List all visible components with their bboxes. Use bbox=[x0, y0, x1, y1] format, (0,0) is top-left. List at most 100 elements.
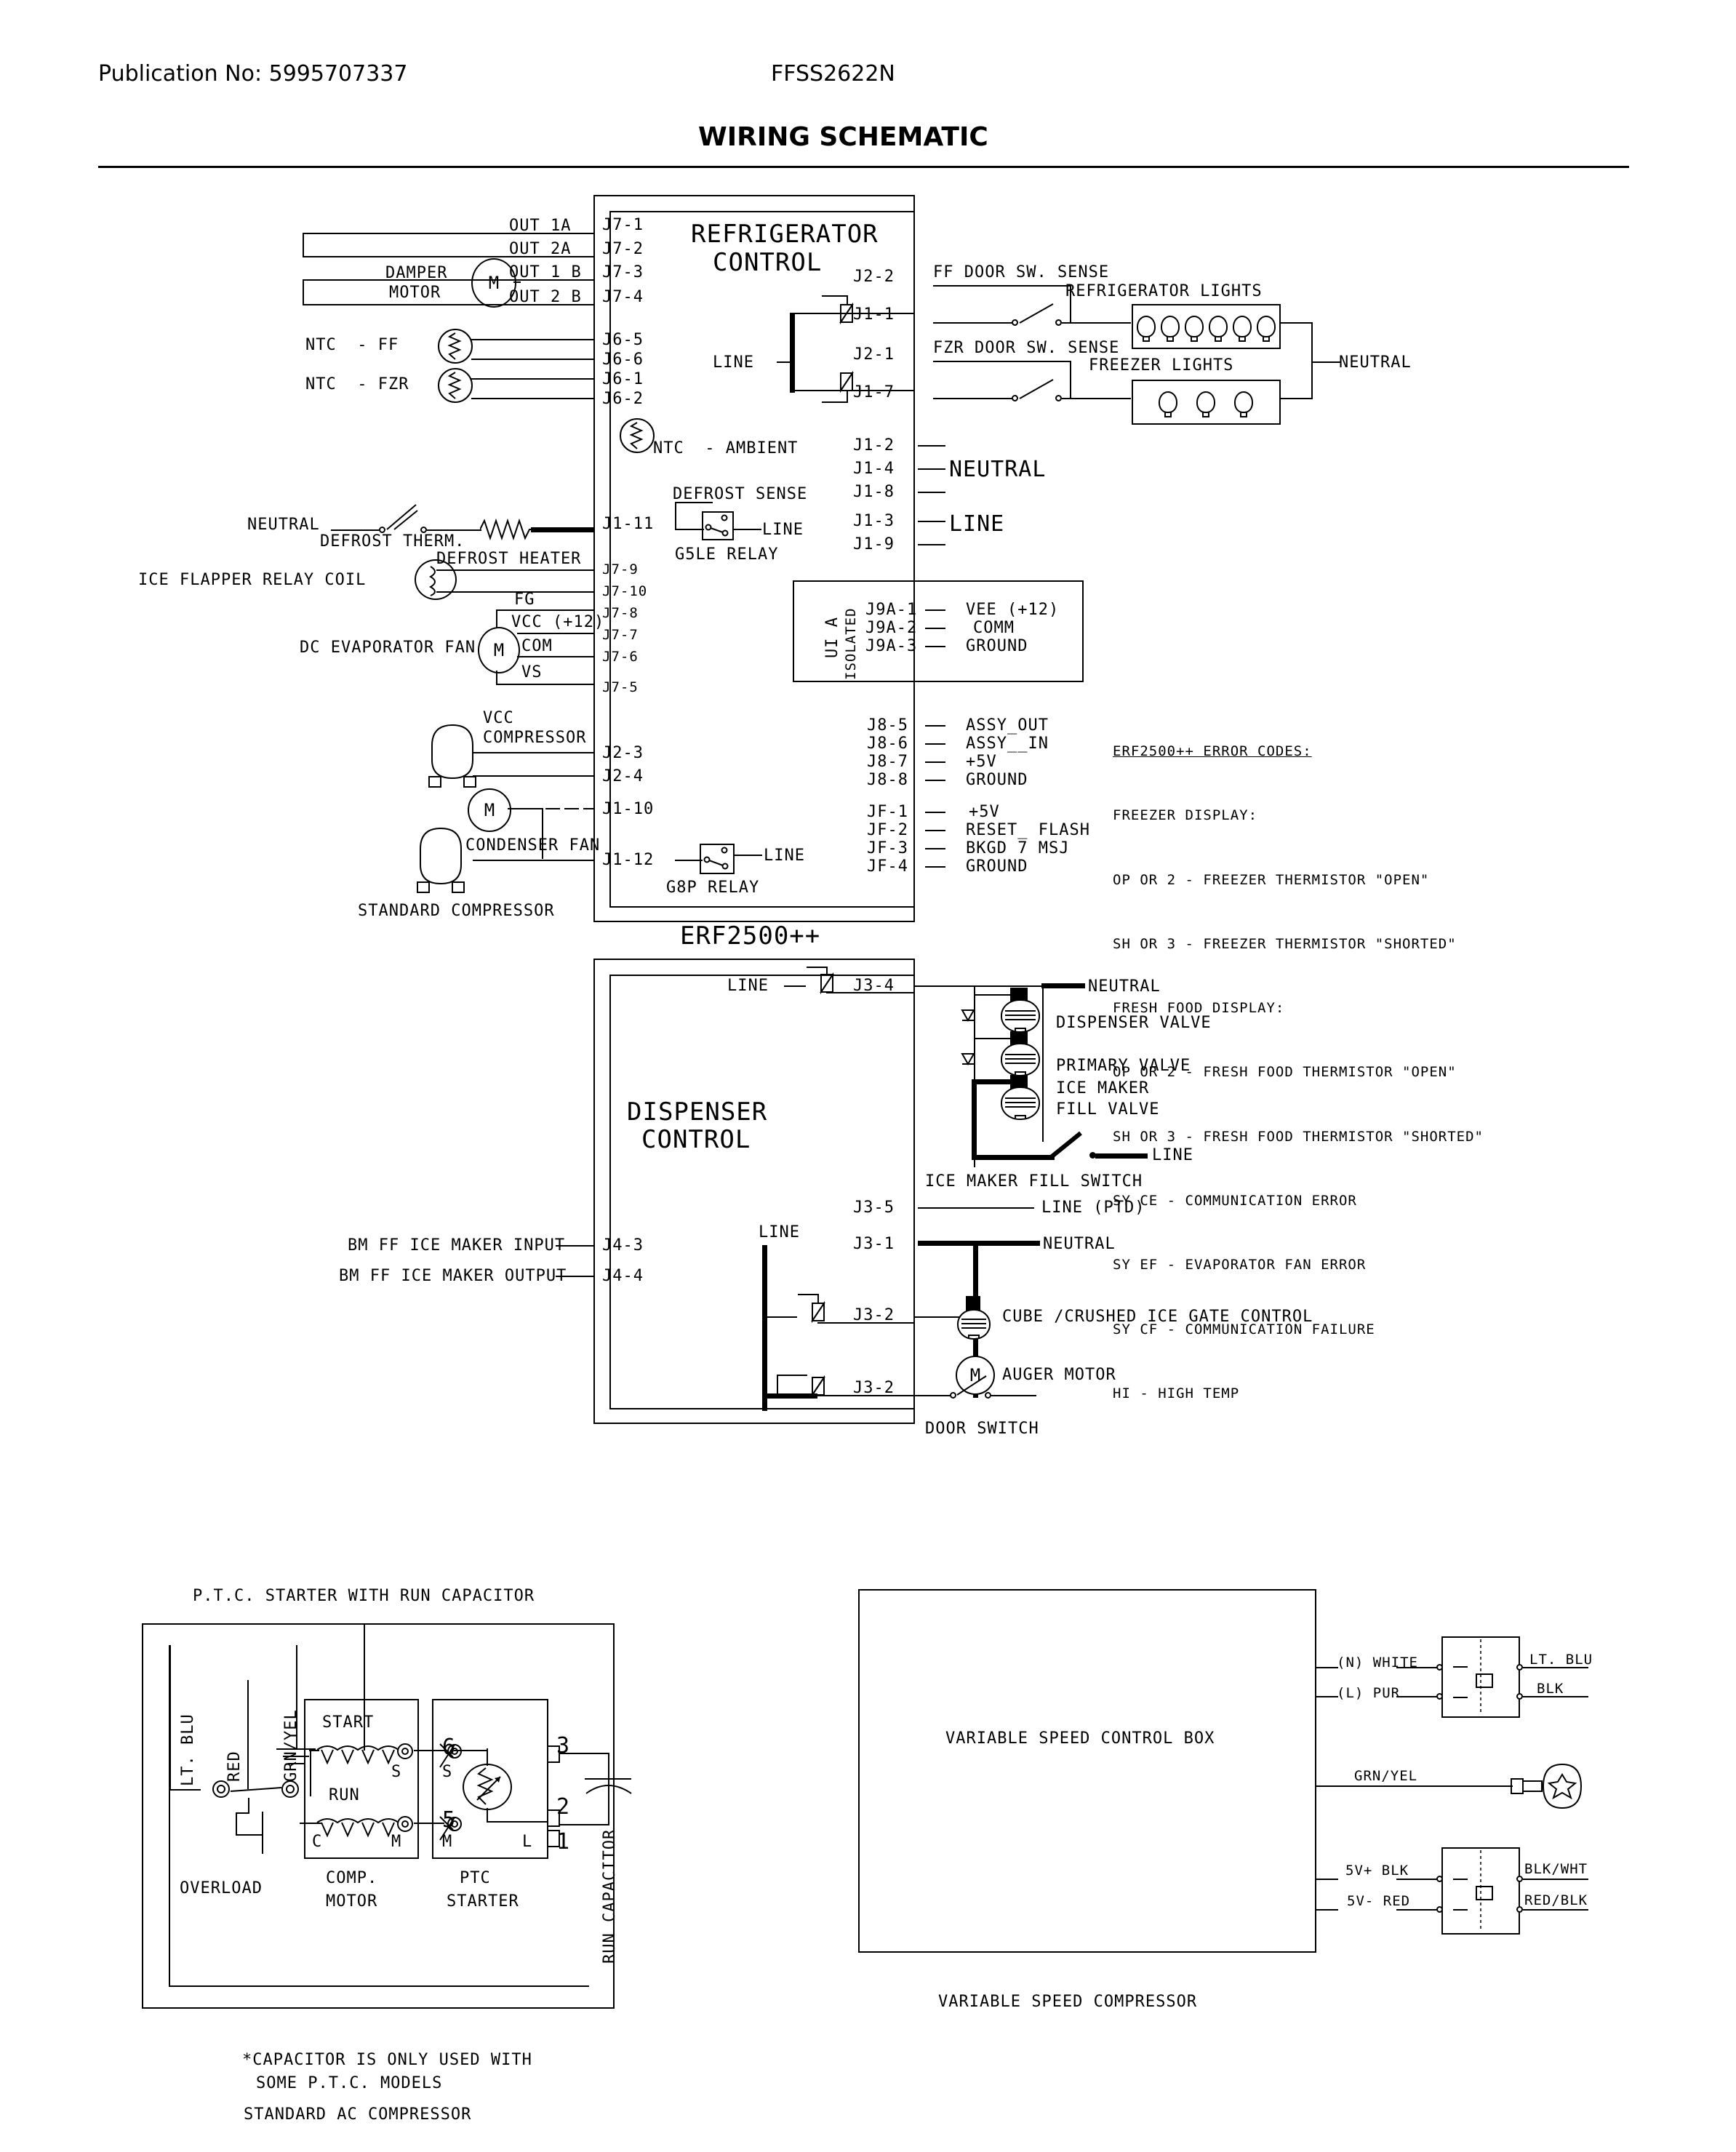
fill-valve-label: FILL VALVE bbox=[1056, 1100, 1160, 1119]
light-bulb-icon bbox=[1256, 316, 1276, 342]
run-capacitor-label: RUN CAPACITOR bbox=[601, 1828, 619, 1964]
pin-j7-6: J7-6 bbox=[602, 649, 639, 665]
triac-gate-icon bbox=[795, 1293, 839, 1341]
error-code-line: SY EF - EVAPORATOR FAN ERROR bbox=[1113, 1257, 1367, 1273]
ice-maker-fill-switch-icon bbox=[1047, 1127, 1091, 1167]
dispenser-control-title-1: DISPENSER bbox=[627, 1097, 768, 1127]
pin-j2-1: J2-1 bbox=[853, 345, 895, 364]
assy-signal-5v: +5V bbox=[966, 753, 997, 771]
damper-out-1b-label: OUT 1 B bbox=[509, 263, 582, 281]
damper-out-2b-label: OUT 2 B bbox=[509, 288, 582, 306]
fzr-switch-pivot bbox=[1012, 395, 1018, 401]
ptc-starter-title: P.T.C. STARTER WITH RUN CAPACITOR bbox=[193, 1587, 535, 1605]
pin-j7-4: J7-4 bbox=[602, 288, 644, 306]
pin-j6-1: J6-1 bbox=[602, 370, 644, 388]
light-bulb-icon bbox=[1232, 316, 1252, 342]
vsc-pin-redblk bbox=[1516, 1906, 1523, 1913]
defrost-heater-icon bbox=[479, 518, 532, 545]
pin-j1-3: J1-3 bbox=[853, 512, 895, 530]
flash-signal-bkgd: BKGD 7 MSJ bbox=[966, 839, 1070, 857]
comp-motor-label-1: COMP. bbox=[326, 1869, 378, 1887]
defrost-neutral-label: NEUTRAL bbox=[247, 516, 320, 534]
conn-blk-label: BLK bbox=[1537, 1681, 1564, 1697]
evap-fan-signal-com: COM bbox=[521, 637, 553, 655]
ptc-starter-label-2: STARTER bbox=[447, 1892, 519, 1911]
evap-fan-motor-glyph: M bbox=[493, 640, 505, 660]
pin-j7-3: J7-3 bbox=[602, 263, 644, 281]
conn-blk-wht-label: BLK/WHT bbox=[1524, 1861, 1588, 1877]
ntc-ambient-thermistor-icon bbox=[620, 418, 655, 453]
comp-motor-label-2: MOTOR bbox=[326, 1892, 378, 1911]
g5le-relay-line-label: LINE bbox=[762, 521, 804, 539]
pin-j8-5: J8-5 bbox=[867, 716, 908, 735]
cap-terminal-3 bbox=[547, 1745, 560, 1763]
pin-j3-5: J3-5 bbox=[853, 1199, 895, 1217]
overload-label: OVERLOAD bbox=[180, 1879, 263, 1897]
bm-ff-ice-maker-input-label: BM FF ICE MAKER INPUT bbox=[348, 1236, 566, 1255]
condenser-fan-motor-glyph: M bbox=[484, 800, 495, 820]
flash-signal-ground: GROUND bbox=[966, 857, 1028, 876]
overload-bimetal-icon bbox=[222, 1809, 295, 1858]
light-bulb-icon bbox=[1159, 391, 1177, 417]
dispenser-control-title-2: CONTROL bbox=[641, 1125, 751, 1154]
evap-fan-signal-fg: FG bbox=[514, 591, 535, 609]
pin-jf-1: JF-1 bbox=[867, 803, 908, 821]
ntc-fzr-label: NTC - FZR bbox=[305, 375, 409, 393]
g8p-relay-box bbox=[700, 844, 735, 874]
publication-number: Publication No: 5995707337 bbox=[98, 61, 408, 87]
ptc-note-line-1: *CAPACITOR IS ONLY USED WITH bbox=[242, 2051, 532, 2069]
vsc-pin-blkwht bbox=[1516, 1876, 1523, 1882]
ntc-ambient-label: NTC - AMBIENT bbox=[653, 439, 799, 457]
ui-a-isolated-label: ISOLATED bbox=[843, 607, 859, 680]
ff-door-switch-sense-label: FF DOOR SW. SENSE bbox=[933, 263, 1110, 281]
vsc-pin-5vplus bbox=[1436, 1876, 1443, 1882]
line-ptd-label: LINE (PTD) bbox=[1041, 1199, 1145, 1217]
pin-j7-5: J7-5 bbox=[602, 679, 639, 695]
evap-fan-signal-vs: VS bbox=[521, 663, 543, 681]
ground-screw-icon bbox=[1510, 1760, 1583, 1818]
pin-j1-1: J1-1 bbox=[853, 305, 895, 324]
defrost-therm-label: DEFROST THERM. bbox=[320, 532, 465, 551]
dc-evaporator-fan-motor: M bbox=[478, 627, 520, 673]
pin-j2-2: J2-2 bbox=[853, 268, 895, 286]
page-title: WIRING SCHEMATIC bbox=[698, 122, 988, 152]
ice-flapper-coil-icon bbox=[415, 559, 457, 600]
cap-terminal-1 bbox=[547, 1830, 560, 1847]
assy-signal-ground: GROUND bbox=[966, 771, 1028, 789]
ice-flapper-relay-coil-label: ICE FLAPPER RELAY COIL bbox=[138, 571, 367, 589]
vcc-label: VCC bbox=[483, 709, 514, 727]
conn-red-blk-label: RED/BLK bbox=[1524, 1892, 1588, 1908]
damper-motor-label-2: MOTOR bbox=[389, 284, 441, 302]
dispenser-line-label-top: LINE bbox=[727, 977, 769, 995]
vsc-upper-connector bbox=[1441, 1636, 1520, 1718]
pin-jf-3: JF-3 bbox=[867, 839, 908, 857]
valve-diode-1-icon bbox=[960, 1006, 976, 1031]
run-capacitor-icon bbox=[582, 1769, 637, 1814]
variable-speed-control-box bbox=[858, 1589, 1316, 1953]
dispenser-door-switch-icon bbox=[956, 1370, 998, 1402]
ptc-starter-label-1: PTC bbox=[460, 1869, 491, 1887]
light-bulb-icon bbox=[1208, 316, 1228, 342]
ptc-s-terminal bbox=[439, 1743, 468, 1775]
refrigerator-control-title-2: CONTROL bbox=[713, 248, 823, 277]
pin-j8-7: J8-7 bbox=[867, 753, 908, 771]
pin-j3-4: J3-4 bbox=[853, 977, 895, 995]
comp-motor-run-label: RUN bbox=[329, 1786, 360, 1804]
pin-j1-2: J1-2 bbox=[853, 436, 895, 455]
pin-j3-1: J3-1 bbox=[853, 1235, 895, 1253]
vsc-pin-blk bbox=[1516, 1693, 1523, 1700]
pin-j6-2: J6-2 bbox=[602, 390, 644, 408]
neutral-label-main: NEUTRAL bbox=[949, 457, 1047, 482]
wire-lt-blu-label: LT. BLU bbox=[179, 1713, 197, 1786]
ui-a-title: UI A bbox=[823, 617, 841, 658]
defrost-sense-label: DEFROST SENSE bbox=[673, 485, 808, 503]
pin-j7-2: J7-2 bbox=[602, 240, 644, 258]
ptc-terminal-m: M bbox=[442, 1833, 453, 1851]
conn-5vplus-blk-label: 5V+ BLK bbox=[1345, 1863, 1409, 1879]
g5le-relay-label: G5LE RELAY bbox=[675, 545, 779, 564]
ntc-ff-thermistor-icon bbox=[438, 329, 473, 364]
ntc-fzr-thermistor-icon bbox=[438, 368, 473, 403]
dispenser-valve-label: DISPENSER VALVE bbox=[1056, 1014, 1212, 1032]
pin-j8-8: J8-8 bbox=[867, 771, 908, 789]
vsc-lower-connector bbox=[1441, 1847, 1520, 1935]
